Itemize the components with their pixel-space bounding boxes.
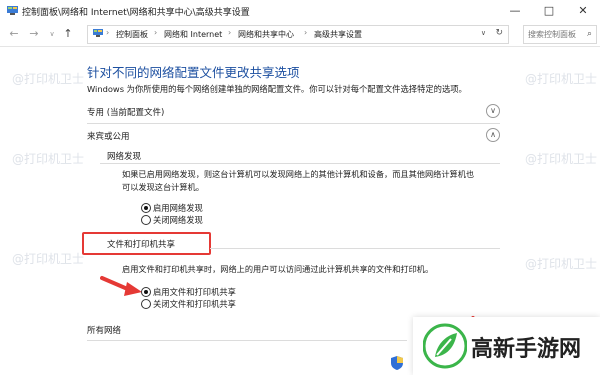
network-discovery-text-line1: 如果已启用网络发现，则这台计算机可以发现网络上的其他计算机和设备，而且其他网络计… bbox=[122, 169, 475, 179]
watermark: @打印机卫士 bbox=[12, 152, 85, 166]
page-description: Windows 为你所使用的每个网络创建单独的网络配置文件。你可以针对每个配置文… bbox=[87, 84, 467, 94]
divider bbox=[87, 123, 500, 124]
breadcrumb-separator: › bbox=[304, 28, 308, 37]
shield-icon bbox=[391, 356, 403, 370]
site-logo-badge: 高新手游网 bbox=[413, 317, 600, 375]
breadcrumb-separator: › bbox=[154, 28, 158, 37]
profile-private-label[interactable]: 专用 (当前配置文件) bbox=[87, 106, 164, 118]
watermark: @打印机卫士 bbox=[525, 257, 598, 271]
search-icon[interactable]: ⌕ bbox=[587, 29, 592, 39]
watermark: @打印机卫士 bbox=[525, 72, 598, 86]
breadcrumb-advanced-sharing[interactable]: 高级共享设置 bbox=[314, 29, 362, 40]
leaf-logo-icon bbox=[423, 323, 467, 369]
divider bbox=[210, 248, 500, 249]
forward-arrow-icon[interactable]: → bbox=[26, 26, 42, 42]
network-discovery-title: 网络发现 bbox=[107, 152, 142, 162]
close-button[interactable]: ✕ bbox=[566, 0, 600, 22]
profile-guest-label[interactable]: 来宾或公用 bbox=[87, 130, 130, 142]
profile-all-networks-label[interactable]: 所有网络 bbox=[87, 324, 121, 336]
watermark: @打印机卫士 bbox=[12, 72, 85, 86]
breadcrumb-control-panel[interactable]: 控制面板 bbox=[116, 29, 148, 40]
window-title: 控制面板\网络和 Internet\网络和共享中心\高级共享设置 bbox=[22, 8, 250, 18]
breadcrumb-network-internet[interactable]: 网络和 Internet bbox=[164, 29, 222, 40]
badge-text: 高新手游网 bbox=[471, 337, 582, 362]
address-dropdown-icon[interactable]: ∨ bbox=[481, 29, 486, 37]
file-printer-sharing-title: 文件和打印机共享 bbox=[107, 240, 176, 250]
network-discovery-text: 如果已启用网络发现，则这台计算机可以发现网络上的其他计算机和设备，而且其他网络计… bbox=[122, 168, 500, 194]
minimize-button[interactable]: — bbox=[498, 0, 532, 22]
chevron-up-icon[interactable]: ∧ bbox=[486, 128, 500, 142]
address-row: ← → ∨ ↑ › 控制面板 › 网络和 Internet › 网络和共享中心 … bbox=[0, 22, 600, 47]
left-pane bbox=[0, 47, 78, 375]
label-discovery-on[interactable]: 启用网络发现 bbox=[153, 202, 203, 214]
radio-discovery-off[interactable] bbox=[141, 215, 151, 225]
up-arrow-icon[interactable]: ↑ bbox=[60, 26, 76, 42]
search-box[interactable]: 搜索控制面板 ⌕ bbox=[523, 25, 597, 44]
refresh-icon[interactable]: ↻ bbox=[495, 28, 503, 38]
back-arrow-icon[interactable]: ← bbox=[6, 26, 22, 42]
recent-chevron-icon[interactable]: ∨ bbox=[44, 26, 60, 42]
radio-sharing-on[interactable] bbox=[141, 287, 151, 297]
title-bar: 控制面板\网络和 Internet\网络和共享中心\高级共享设置 — □ ✕ bbox=[0, 0, 600, 22]
breadcrumb-separator: › bbox=[106, 28, 110, 37]
breadcrumb-separator: › bbox=[228, 28, 232, 37]
radio-sharing-off[interactable] bbox=[141, 299, 151, 309]
divider bbox=[100, 163, 500, 164]
file-printer-sharing-text: 启用文件和打印机共享时，网络上的用户可以访问通过此计算机共享的文件和打印机。 bbox=[122, 264, 434, 274]
watermark: @打印机卫士 bbox=[12, 252, 85, 266]
address-bar[interactable]: › 控制面板 › 网络和 Internet › 网络和共享中心 › 高级共享设置… bbox=[87, 25, 509, 44]
maximize-button[interactable]: □ bbox=[532, 0, 566, 22]
label-discovery-off[interactable]: 关闭网络发现 bbox=[153, 214, 203, 226]
label-sharing-on[interactable]: 启用文件和打印机共享 bbox=[153, 286, 236, 298]
page-title: 针对不同的网络配置文件更改共享选项 bbox=[87, 65, 300, 80]
control-panel-icon bbox=[7, 6, 18, 15]
network-discovery-text-line2: 可以发现这台计算机。 bbox=[122, 182, 204, 192]
watermark: @打印机卫士 bbox=[525, 152, 598, 166]
breadcrumb-network-sharing-center[interactable]: 网络和共享中心 bbox=[238, 29, 294, 40]
pointer-arrow-icon bbox=[100, 276, 142, 296]
search-placeholder: 搜索控制面板 bbox=[528, 30, 576, 39]
label-sharing-off[interactable]: 关闭文件和打印机共享 bbox=[153, 298, 236, 310]
chevron-down-icon[interactable]: ∨ bbox=[486, 104, 500, 118]
radio-discovery-on[interactable] bbox=[141, 203, 151, 213]
control-panel-icon bbox=[93, 29, 103, 37]
divider bbox=[87, 340, 407, 341]
